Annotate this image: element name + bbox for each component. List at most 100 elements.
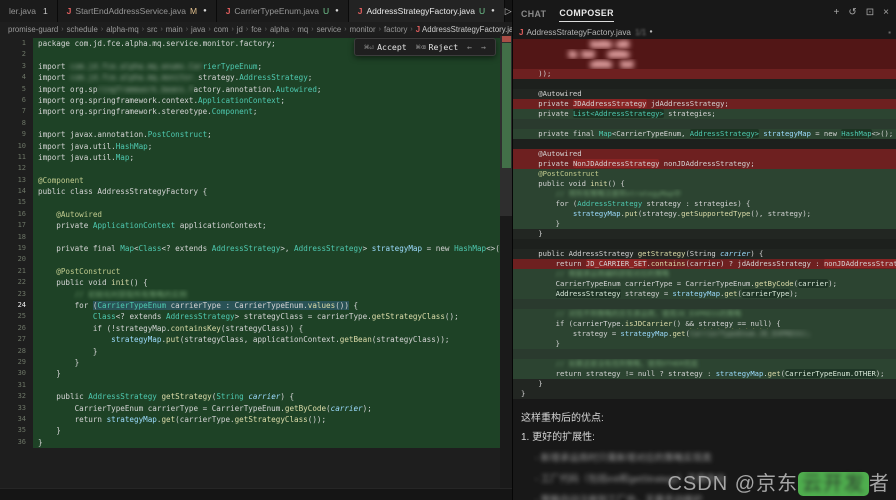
code-line[interactable]: 18 [0,232,500,243]
line-number: 5 [0,84,33,95]
breadcrumb-item[interactable]: mq [297,25,308,34]
editor-tab-CarrierTypeEnum.java[interactable]: JCarrierTypeEnum.javaU● [217,0,349,22]
file-chip-row[interactable]: J AddressStrategyFactory.java 1/1 ● ▪ [513,25,896,39]
code-line[interactable]: 8 [0,118,500,129]
line-content: } [33,368,500,379]
diff-line-del: private JDAddressStrategy jdAddressStrat… [513,99,896,109]
breadcrumb-item[interactable]: schedule [67,25,98,34]
breadcrumb-item[interactable]: com [214,25,229,34]
history-icon[interactable]: ↺ [848,7,856,18]
code-line[interactable]: 31 [0,380,500,391]
diff-line-ctx: @Autowired [513,89,896,99]
breadcrumb-item[interactable]: src [147,25,157,34]
breadcrumb-item[interactable]: java [191,25,205,34]
code-line[interactable]: 29 } [0,357,500,368]
close-icon[interactable]: × [883,7,889,18]
code-line[interactable]: 24 for (CarrierTypeEnum carrierType : Ca… [0,300,500,311]
code-line[interactable]: 3import com.jd.fce.alpha.mq.enums.Carrie… [0,61,500,72]
code-line[interactable]: 9import javax.annotation.PostConstruct; [0,129,500,140]
breadcrumb-item[interactable]: jd [237,25,243,34]
line-content: import org.springframework.stereotype.Co… [33,106,500,117]
minimap[interactable] [500,36,512,488]
java-file-icon: J [416,25,420,34]
prev-change-button[interactable]: ← [467,42,472,52]
breadcrumb-item[interactable]: main [166,25,183,34]
code-line[interactable]: 20 [0,254,500,265]
code-line[interactable]: 25 Class<? extends AddressStrategy> stra… [0,311,500,322]
scrollbar-thumb[interactable] [500,36,512,216]
code-line[interactable]: 35 } [0,425,500,436]
code-token: () { [129,278,147,287]
expand-icon[interactable]: ⊡ [866,7,874,18]
new-composer-icon[interactable]: + [834,7,840,18]
git-status-badge: U [323,6,329,16]
code-line[interactable]: 28 } [0,346,500,357]
line-content: @Autowired [33,209,500,220]
next-change-button[interactable]: → [481,42,486,52]
panel-tab-composer[interactable]: COMPOSER [559,3,614,22]
editor-tab-StartEndAddressService.java[interactable]: JStartEndAddressService.javaM● [58,0,217,22]
code-line[interactable]: 4import com.jd.fce.alpha.mq.monitor.stra… [0,72,500,83]
panel-tab-chat[interactable]: CHAT [521,4,546,22]
code-token: (strategyClass)); [372,335,450,344]
code-line[interactable]: 30 } [0,368,500,379]
code-token: ; [207,130,212,139]
code-token: strategyMap [372,244,422,253]
breadcrumb-item[interactable]: fce [251,25,261,34]
line-content: public class AddressStrategyFactory { [33,186,500,197]
code-token: strategyMap [672,289,720,298]
breadcrumb-separator: › [61,26,63,33]
code-line[interactable]: 7import org.springframework.stereotype.C… [0,106,500,117]
diff-line-add: for (AddressStrategy strategy : strategi… [513,199,896,209]
code-token: AddressStrategy [577,199,642,208]
breadcrumb-item[interactable]: promise-guard [8,25,58,34]
code-line[interactable]: 16 @Autowired [0,209,500,220]
breadcrumb-item[interactable]: alpha [270,25,289,34]
code-line[interactable]: 15 [0,197,500,208]
diff-line-add: // 如果还是没有找到策略，使用OTHER兜底 [513,359,896,369]
breadcrumb-item[interactable]: alpha-mq [106,25,139,34]
code-line[interactable]: 32 public AddressStrategy getStrategy(St… [0,391,500,402]
code-token: // 将所有策略注册到strategyMap中 [556,189,681,198]
code-token: actory.annotation. [193,85,275,94]
code-token: public void [38,278,111,287]
accept-button[interactable]: ⌘⏎Accept [364,42,406,52]
breadcrumb-file[interactable]: AddressStrategyFactory.jav [422,25,517,34]
run-button[interactable]: ▷ [505,6,512,17]
code-line[interactable]: 13@Component [0,175,500,186]
line-number: 12 [0,163,33,174]
code-line[interactable]: 34 return strategyMap.get(carrierType.ge… [0,414,500,425]
code-line[interactable]: 33 CarrierTypeEnum carrierType = Carrier… [0,403,500,414]
reject-button[interactable]: ⌘⌫Reject [416,42,458,52]
code-token: <>(); [872,129,894,138]
code-line[interactable]: 21 @PostConstruct [0,266,500,277]
code-token [521,209,573,218]
code-line[interactable]: 5import org.springframework.beans.factor… [0,84,500,95]
code-line[interactable]: 23 // 初始化时获取所有策略的实例 [0,289,500,300]
code-line[interactable]: 36} [0,437,500,448]
code-line[interactable]: 22 public void init() { [0,277,500,288]
code-line[interactable]: 17 private ApplicationContext applicatio… [0,220,500,231]
breadcrumb-item[interactable]: service [317,25,342,34]
code-line[interactable]: 11import java.util.Map; [0,152,500,163]
editor-tab-AddressStrategyFactory.java[interactable]: JAddressStrategyFactory.javaU● [349,0,505,22]
code-line[interactable]: 19 private final Map<Class<? extends Add… [0,243,500,254]
breadcrumb-item[interactable]: factory [384,25,407,34]
code-line[interactable]: 27 strategyMap.put(strategyClass, applic… [0,334,500,345]
diff-line-add: CarrierTypeEnum carrierType = CarrierTyp… [513,279,896,289]
code-token: CarrierTypeEnum carrierType = CarrierTyp… [38,404,285,413]
breadcrumb-item[interactable]: monitor [350,25,376,34]
code-line[interactable]: 12 [0,163,500,174]
code-line[interactable]: 14public class AddressStrategyFactory { [0,186,500,197]
unsaved-dot[interactable]: ● [491,8,495,14]
code-token: () [335,301,344,310]
unsaved-dot[interactable]: ● [203,8,207,14]
code-token: Map [116,153,130,162]
code-line[interactable]: 26 if (!strategyMap.containsKey(strategy… [0,323,500,334]
code-token: AddressStrategy [166,312,235,321]
code-line[interactable]: 10import java.util.HashMap; [0,141,500,152]
code-line[interactable]: 6import org.springframework.context.Appl… [0,95,500,106]
collapse-diff-icon[interactable]: ▪ [888,28,891,37]
editor-tab-ler.java[interactable]: ler.java1 [0,0,58,22]
unsaved-dot[interactable]: ● [335,8,339,14]
